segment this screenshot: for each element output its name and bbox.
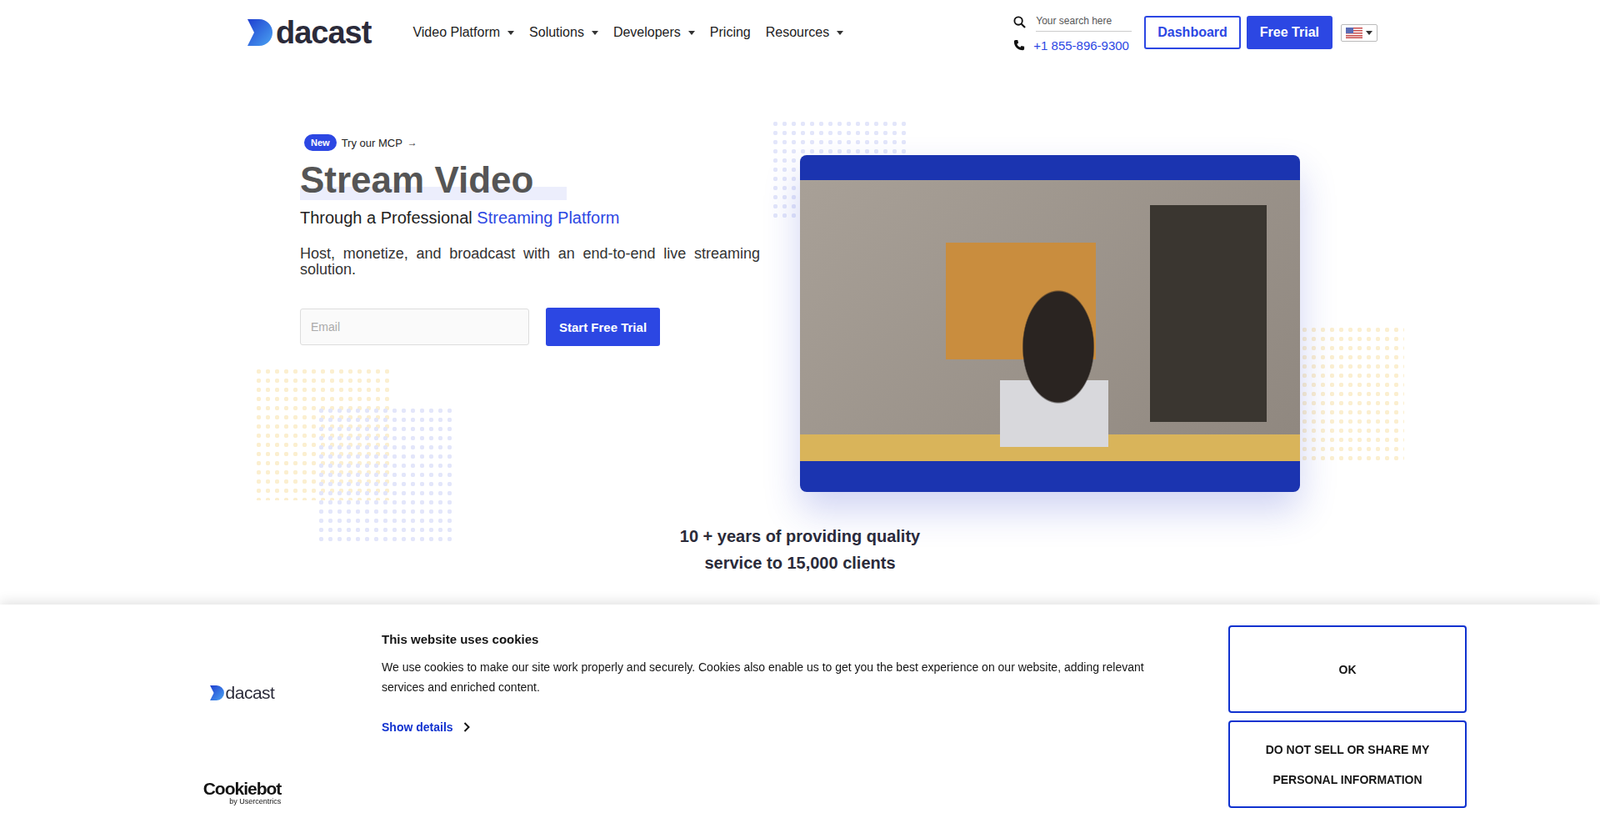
hero-description: Host, monetize, and broadcast with an en… [300,245,760,278]
hero-subtitle: Through a Professional Streaming Platfor… [300,208,760,228]
video-player[interactable] [800,155,1300,492]
caret-icon [836,30,844,35]
signup-form: Start Free Trial [300,307,760,346]
search-contact: +1 855-896-9300 [1013,13,1139,53]
phone-number: +1 855-896-9300 [1033,38,1130,53]
hero-title: Stream Video [300,159,567,200]
stat-line: 10 + years of providing quality [0,522,1600,550]
video-bar [800,155,1300,180]
nav-label: Resources [765,25,830,40]
stat-line: service to 15,000 clients [0,549,1600,576]
cookie-banner: dacast Cookiebotby Usercentrics This websi… [0,604,1600,828]
nav-label: Developers [613,25,681,40]
hero: New Try our MCP → Stream Video Through a Pro… [300,65,1300,492]
main-nav: Video Platform Solutions Developers Pricing… [412,25,844,40]
cookie-text: This website uses cookies We use cookies … [381,604,1179,828]
subtitle-highlight: Streaming Platform [476,208,620,227]
cookiebot-logo[interactable]: Cookiebotby Usercentrics [203,779,282,806]
header: dacast Video Platform Solutions Developers P… [247,0,1378,65]
stats: 10 + years of providing qualityservice t… [0,522,1600,576]
cookie-dacast-logo: dacast [210,682,275,703]
search-icon [1013,15,1026,29]
cookie-body: We use cookies to make our site work pro… [381,656,1179,697]
announcement[interactable]: New Try our MCP → [304,134,760,151]
page: dacast Video Platform Solutions Developers P… [0,0,1600,828]
announcement-link: Try our MCP [341,136,403,150]
cookie-logos: dacast Cookiebotby Usercentrics [0,604,382,828]
nav-label: Pricing [710,25,751,40]
hero-content: New Try our MCP → Stream Video Through a Pro… [300,134,760,346]
caret-icon [591,30,599,35]
nav-label: Solutions [529,25,585,40]
search [1013,13,1139,32]
logo-text: dacast [275,16,371,49]
header-actions: +1 855-896-9300 DashboardFree Trial [1013,13,1378,53]
caret-icon [1365,30,1373,35]
nav-item[interactable]: Pricing [710,25,751,40]
logo[interactable]: dacast [247,16,371,49]
cookiebot-by: by Usercentrics [229,796,281,806]
chevron-right-icon [463,721,470,732]
dot-pattern [1300,325,1405,463]
phone-icon [1013,39,1025,51]
cookie-button[interactable]: OK [1228,625,1467,713]
video-bar [800,460,1300,492]
dot-pattern [316,405,455,542]
show-details-label: Show details [381,720,454,734]
new-badge: New [304,134,337,151]
dacast-logo-icon [210,685,225,700]
nav-item[interactable]: Video Platform [412,25,515,40]
caret-icon [688,30,695,35]
nav-label: Video Platform [412,25,500,40]
header-button[interactable]: Dashboard [1144,15,1241,50]
start-trial-button[interactable]: Start Free Trial [545,307,660,346]
video-frame [800,180,1300,461]
cookie-button[interactable]: DO NOT SELL OR SHARE MY PERSONAL INFORMA… [1228,720,1467,808]
cookiebot-name: Cookiebot [203,779,282,797]
caret-icon [507,30,515,35]
nav-item[interactable]: Solutions [529,25,599,40]
language-selector[interactable] [1340,24,1378,42]
dot-pattern [254,366,392,500]
dacast-logo-icon [247,19,273,46]
search-input[interactable] [1035,13,1132,32]
nav-item[interactable]: Developers [613,25,695,40]
show-details-link[interactable]: Show details [381,720,470,734]
header-button[interactable]: Free Trial [1246,15,1333,50]
email-input[interactable] [300,308,530,345]
cookie-title: This website uses cookies [381,631,1179,646]
phone[interactable]: +1 855-896-9300 [1013,38,1139,53]
us-flag-icon [1345,27,1363,39]
logo-text: dacast [225,682,275,703]
arrow-icon: → [407,136,418,149]
cookie-buttons: OKDO NOT SELL OR SHARE MY PERSONAL INFOR… [1228,604,1467,828]
nav-item[interactable]: Resources [765,25,844,40]
